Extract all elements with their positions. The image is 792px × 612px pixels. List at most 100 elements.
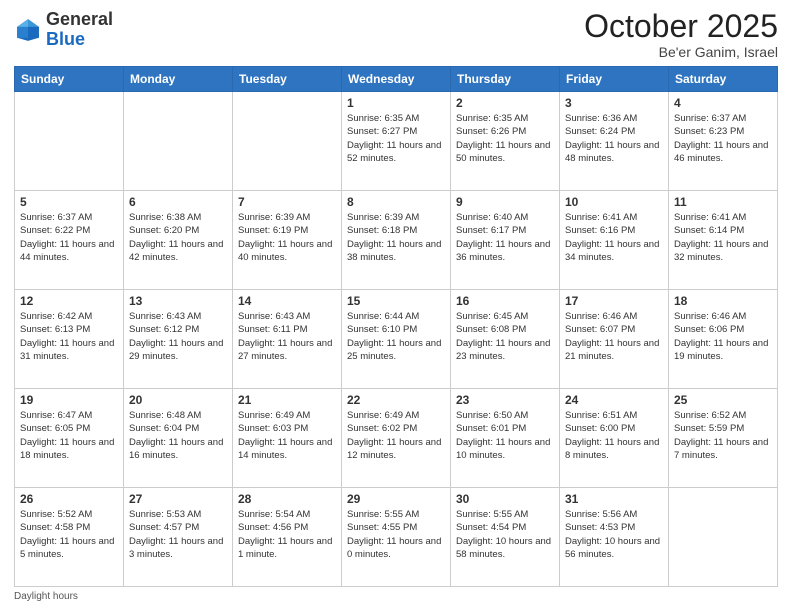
location: Be'er Ganim, Israel bbox=[584, 44, 778, 60]
calendar-cell bbox=[233, 92, 342, 191]
calendar-week-0: 1Sunrise: 6:35 AM Sunset: 6:27 PM Daylig… bbox=[15, 92, 778, 191]
title-block: October 2025 Be'er Ganim, Israel bbox=[584, 10, 778, 60]
day-number: 12 bbox=[20, 294, 118, 308]
calendar-cell: 17Sunrise: 6:46 AM Sunset: 6:07 PM Dayli… bbox=[560, 290, 669, 389]
logo-text: General Blue bbox=[46, 10, 113, 50]
calendar-cell: 19 Sunrise: 6:47 AM Sunset: 6:05 PM Dayli… bbox=[15, 389, 124, 488]
calendar-header-tuesday: Tuesday bbox=[233, 67, 342, 92]
day-info: Sunrise: 5:55 AM Sunset: 4:55 PM Dayligh… bbox=[347, 508, 445, 561]
calendar-cell: 8 Sunrise: 6:39 AM Sunset: 6:18 PM Daylig… bbox=[342, 191, 451, 290]
day-number: 19 bbox=[20, 393, 118, 407]
day-info: Sunrise: 5:56 AM Sunset: 4:53 PM Dayligh… bbox=[565, 508, 663, 561]
calendar-cell: 1Sunrise: 6:35 AM Sunset: 6:27 PM Daylig… bbox=[342, 92, 451, 191]
day-number: 2 bbox=[456, 96, 554, 110]
day-info: Sunrise: 5:55 AM Sunset: 4:54 PM Dayligh… bbox=[456, 508, 554, 561]
calendar-cell: 27 Sunrise: 5:53 AM Sunset: 4:57 PM Dayli… bbox=[124, 488, 233, 587]
logo-general-text: General bbox=[46, 9, 113, 29]
calendar-week-3: 19 Sunrise: 6:47 AM Sunset: 6:05 PM Dayli… bbox=[15, 389, 778, 488]
calendar-cell: 9 Sunrise: 6:40 AM Sunset: 6:17 PM Daylig… bbox=[451, 191, 560, 290]
day-number: 9 bbox=[456, 195, 554, 209]
day-number: 5 bbox=[20, 195, 118, 209]
day-info: Sunrise: 5:54 AM Sunset: 4:56 PM Dayligh… bbox=[238, 508, 336, 561]
day-number: 28 bbox=[238, 492, 336, 506]
day-info: Sunrise: 6:42 AM Sunset: 6:13 PM Dayligh… bbox=[20, 310, 118, 363]
calendar-header-row: SundayMondayTuesdayWednesdayThursdayFrid… bbox=[15, 67, 778, 92]
day-info: Sunrise: 5:53 AM Sunset: 4:57 PM Dayligh… bbox=[129, 508, 227, 561]
calendar-week-2: 12 Sunrise: 6:42 AM Sunset: 6:13 PM Dayli… bbox=[15, 290, 778, 389]
day-info: Sunrise: 6:41 AM Sunset: 6:16 PM Dayligh… bbox=[565, 211, 663, 264]
day-number: 13 bbox=[129, 294, 227, 308]
logo-blue-text: Blue bbox=[46, 29, 85, 49]
day-info: Sunrise: 6:38 AM Sunset: 6:20 PM Dayligh… bbox=[129, 211, 227, 264]
day-number: 15 bbox=[347, 294, 445, 308]
day-number: 22 bbox=[347, 393, 445, 407]
calendar-cell: 22 Sunrise: 6:49 AM Sunset: 6:02 PM Dayli… bbox=[342, 389, 451, 488]
calendar-header-monday: Monday bbox=[124, 67, 233, 92]
day-number: 26 bbox=[20, 492, 118, 506]
day-info: Sunrise: 6:35 AM Sunset: 6:26 PM Dayligh… bbox=[456, 112, 554, 165]
calendar-cell: 21Sunrise: 6:49 AM Sunset: 6:03 PM Dayli… bbox=[233, 389, 342, 488]
calendar-cell bbox=[669, 488, 778, 587]
day-info: Sunrise: 6:39 AM Sunset: 6:19 PM Dayligh… bbox=[238, 211, 336, 264]
day-number: 7 bbox=[238, 195, 336, 209]
calendar-cell: 2 Sunrise: 6:35 AM Sunset: 6:26 PM Daylig… bbox=[451, 92, 560, 191]
day-info: Sunrise: 6:49 AM Sunset: 6:02 PM Dayligh… bbox=[347, 409, 445, 462]
calendar-cell: 7 Sunrise: 6:39 AM Sunset: 6:19 PM Daylig… bbox=[233, 191, 342, 290]
calendar-header-thursday: Thursday bbox=[451, 67, 560, 92]
day-info: Sunrise: 6:50 AM Sunset: 6:01 PM Dayligh… bbox=[456, 409, 554, 462]
calendar-cell: 16Sunrise: 6:45 AM Sunset: 6:08 PM Dayli… bbox=[451, 290, 560, 389]
day-number: 25 bbox=[674, 393, 772, 407]
calendar: SundayMondayTuesdayWednesdayThursdayFrid… bbox=[14, 66, 778, 587]
day-info: Sunrise: 6:45 AM Sunset: 6:08 PM Dayligh… bbox=[456, 310, 554, 363]
day-number: 20 bbox=[129, 393, 227, 407]
header: General Blue October 2025 Be'er Ganim, I… bbox=[14, 10, 778, 60]
calendar-week-4: 26 Sunrise: 5:52 AM Sunset: 4:58 PM Dayli… bbox=[15, 488, 778, 587]
day-number: 4 bbox=[674, 96, 772, 110]
calendar-cell: 12 Sunrise: 6:42 AM Sunset: 6:13 PM Dayli… bbox=[15, 290, 124, 389]
page: General Blue October 2025 Be'er Ganim, I… bbox=[0, 0, 792, 612]
day-info: Sunrise: 5:52 AM Sunset: 4:58 PM Dayligh… bbox=[20, 508, 118, 561]
day-number: 29 bbox=[347, 492, 445, 506]
day-info: Sunrise: 6:46 AM Sunset: 6:06 PM Dayligh… bbox=[674, 310, 772, 363]
day-info: Sunrise: 6:47 AM Sunset: 6:05 PM Dayligh… bbox=[20, 409, 118, 462]
day-number: 14 bbox=[238, 294, 336, 308]
calendar-cell bbox=[15, 92, 124, 191]
day-info: Sunrise: 6:51 AM Sunset: 6:00 PM Dayligh… bbox=[565, 409, 663, 462]
calendar-cell: 6Sunrise: 6:38 AM Sunset: 6:20 PM Daylig… bbox=[124, 191, 233, 290]
day-info: Sunrise: 6:39 AM Sunset: 6:18 PM Dayligh… bbox=[347, 211, 445, 264]
day-info: Sunrise: 6:49 AM Sunset: 6:03 PM Dayligh… bbox=[238, 409, 336, 462]
calendar-cell: 13 Sunrise: 6:43 AM Sunset: 6:12 PM Dayli… bbox=[124, 290, 233, 389]
calendar-cell: 14Sunrise: 6:43 AM Sunset: 6:11 PM Dayli… bbox=[233, 290, 342, 389]
day-info: Sunrise: 6:36 AM Sunset: 6:24 PM Dayligh… bbox=[565, 112, 663, 165]
calendar-cell: 11 Sunrise: 6:41 AM Sunset: 6:14 PM Dayli… bbox=[669, 191, 778, 290]
calendar-week-1: 5Sunrise: 6:37 AM Sunset: 6:22 PM Daylig… bbox=[15, 191, 778, 290]
day-number: 8 bbox=[347, 195, 445, 209]
calendar-cell: 23 Sunrise: 6:50 AM Sunset: 6:01 PM Dayli… bbox=[451, 389, 560, 488]
calendar-cell: 5Sunrise: 6:37 AM Sunset: 6:22 PM Daylig… bbox=[15, 191, 124, 290]
day-info: Sunrise: 6:41 AM Sunset: 6:14 PM Dayligh… bbox=[674, 211, 772, 264]
calendar-cell bbox=[124, 92, 233, 191]
calendar-header-wednesday: Wednesday bbox=[342, 67, 451, 92]
calendar-header-friday: Friday bbox=[560, 67, 669, 92]
calendar-header-saturday: Saturday bbox=[669, 67, 778, 92]
month-title: October 2025 bbox=[584, 10, 778, 42]
calendar-cell: 20 Sunrise: 6:48 AM Sunset: 6:04 PM Dayli… bbox=[124, 389, 233, 488]
day-info: Sunrise: 6:40 AM Sunset: 6:17 PM Dayligh… bbox=[456, 211, 554, 264]
calendar-cell: 30Sunrise: 5:55 AM Sunset: 4:54 PM Dayli… bbox=[451, 488, 560, 587]
logo: General Blue bbox=[14, 10, 113, 50]
calendar-cell: 26 Sunrise: 5:52 AM Sunset: 4:58 PM Dayli… bbox=[15, 488, 124, 587]
day-number: 11 bbox=[674, 195, 772, 209]
footer-note: Daylight hours bbox=[14, 591, 778, 602]
calendar-cell: 28 Sunrise: 5:54 AM Sunset: 4:56 PM Dayli… bbox=[233, 488, 342, 587]
day-number: 27 bbox=[129, 492, 227, 506]
day-number: 3 bbox=[565, 96, 663, 110]
calendar-cell: 31Sunrise: 5:56 AM Sunset: 4:53 PM Dayli… bbox=[560, 488, 669, 587]
day-number: 23 bbox=[456, 393, 554, 407]
calendar-cell: 18Sunrise: 6:46 AM Sunset: 6:06 PM Dayli… bbox=[669, 290, 778, 389]
calendar-cell: 15Sunrise: 6:44 AM Sunset: 6:10 PM Dayli… bbox=[342, 290, 451, 389]
day-info: Sunrise: 6:37 AM Sunset: 6:23 PM Dayligh… bbox=[674, 112, 772, 165]
day-info: Sunrise: 6:48 AM Sunset: 6:04 PM Dayligh… bbox=[129, 409, 227, 462]
calendar-header-sunday: Sunday bbox=[15, 67, 124, 92]
day-info: Sunrise: 6:43 AM Sunset: 6:12 PM Dayligh… bbox=[129, 310, 227, 363]
day-number: 24 bbox=[565, 393, 663, 407]
